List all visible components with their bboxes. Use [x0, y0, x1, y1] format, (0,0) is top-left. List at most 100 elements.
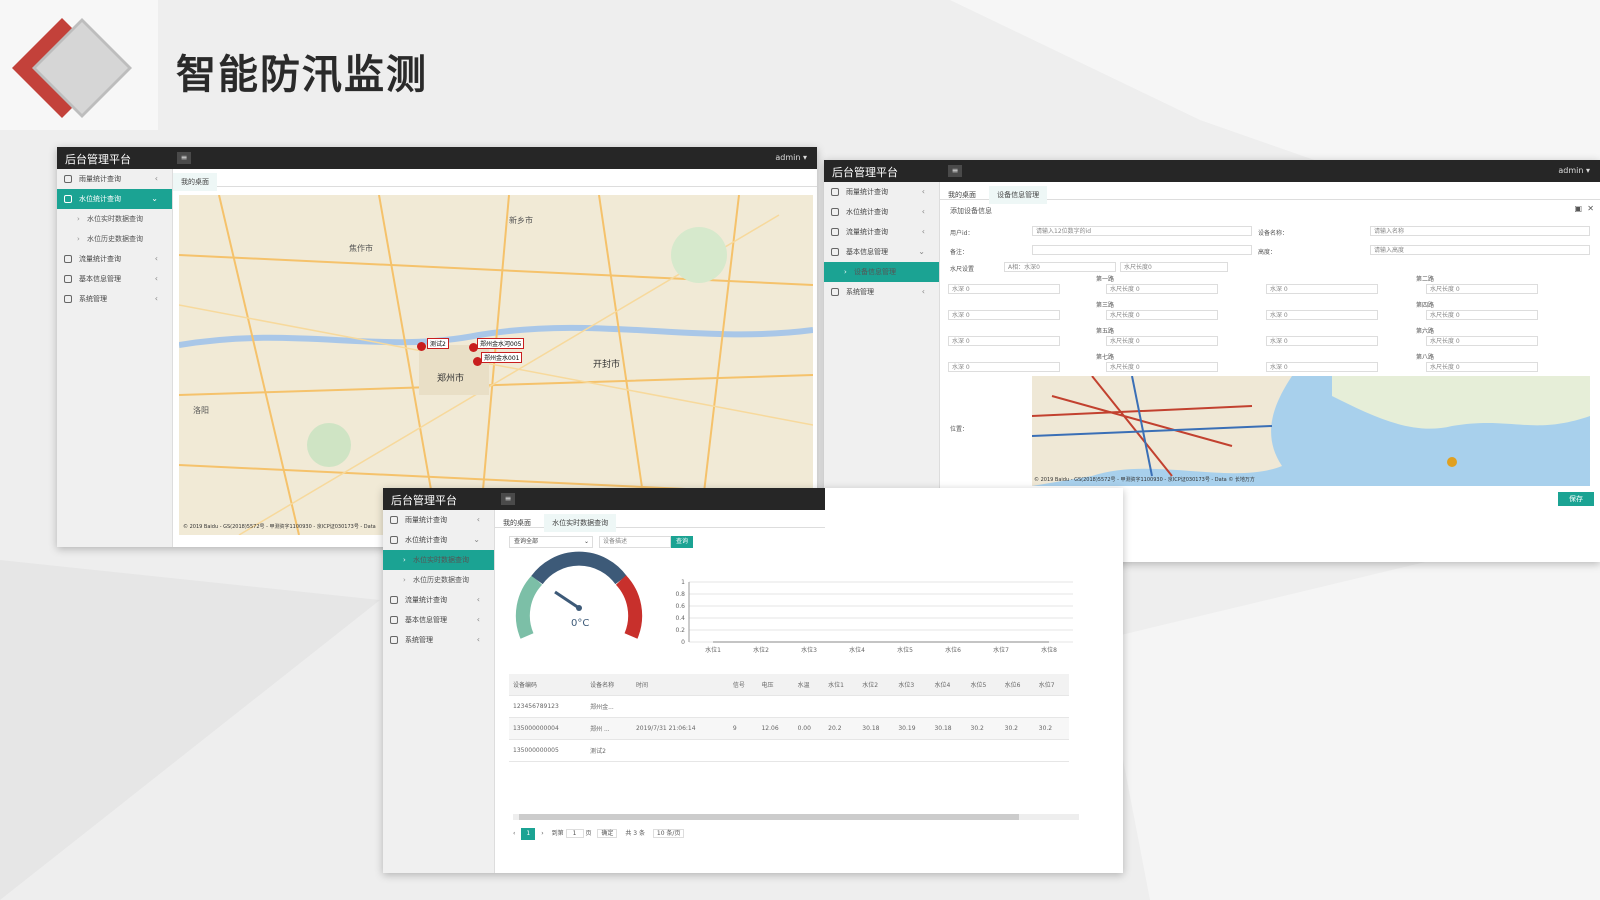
column-header[interactable]: 电压 — [757, 674, 794, 696]
tab-realtime[interactable]: 水位实时数据查询 — [544, 514, 617, 532]
sidebar-item-basic[interactable]: 基本信息管理 ‹ — [57, 269, 172, 289]
maximize-icon[interactable]: ▣ — [1574, 204, 1582, 213]
sidebar-item-basic[interactable]: 基本信息管理 ‹ — [383, 610, 494, 630]
user-menu[interactable]: admin ▾ — [775, 153, 807, 162]
sidebar-item-flow[interactable]: 流量统计查询 ‹ — [824, 222, 939, 242]
sidebar-item-level-history[interactable]: 水位历史数据查询 — [57, 229, 172, 249]
sidebar-item-rain[interactable]: 雨量统计查询 ‹ — [824, 182, 939, 202]
length-input[interactable]: 水尺长度 0 — [1106, 284, 1218, 294]
query-button[interactable]: 查询 — [671, 536, 693, 548]
table-row[interactable]: 123456789123 郑州金... — [509, 695, 1069, 718]
column-header[interactable]: 信号 — [728, 674, 758, 696]
table-row[interactable]: 135000000005 测试2 — [509, 739, 1069, 762]
table-cell — [966, 739, 1001, 762]
column-header[interactable]: 时间 — [631, 674, 729, 696]
page-size-select[interactable]: 10 条/页 — [652, 829, 685, 838]
column-header[interactable]: 设备名称 — [586, 674, 632, 696]
length-input[interactable]: 水尺长度 0 — [1106, 336, 1218, 346]
a-length-input[interactable]: 水尺长度0 — [1120, 262, 1228, 272]
place-label: 焦作市 — [349, 244, 373, 253]
depth-input[interactable]: 水深 0 — [1266, 310, 1378, 320]
goto-input[interactable]: 1 — [565, 829, 584, 838]
menu-toggle-icon[interactable]: ≡ — [177, 152, 191, 164]
uid-input[interactable]: 请输入12位数字的id — [1032, 226, 1252, 236]
chart-icon — [390, 536, 398, 544]
marker-label: 郑州金水河005 — [477, 338, 525, 349]
depth-input[interactable]: 水深 0 — [1266, 336, 1378, 346]
sidebar-item-level[interactable]: 水位统计查询 ⌄ — [383, 530, 494, 550]
column-header[interactable]: 水位2 — [858, 674, 895, 696]
column-header[interactable]: 水位5 — [966, 674, 1001, 696]
depth-input[interactable]: 水深 0 — [948, 336, 1060, 346]
prev-page-button[interactable]: ‹ — [513, 830, 515, 837]
chart-icon — [390, 596, 398, 604]
height-input[interactable]: 请输入高度 — [1370, 245, 1590, 255]
filter-input[interactable]: 设备描述 — [599, 536, 671, 548]
sidebar-item-level[interactable]: 水位统计查询 ‹ — [824, 202, 939, 222]
close-icon[interactable]: ✕ — [1587, 204, 1594, 213]
x-tick-label: 水位8 — [1041, 646, 1057, 654]
tab-home[interactable]: 我的桌面 — [173, 173, 217, 191]
sidebar-item-flow[interactable]: 流量统计查询 ‹ — [57, 249, 172, 269]
sidebar-item-rain[interactable]: 雨量统计查询 ‹ — [383, 510, 494, 530]
sidebar-item-level-history[interactable]: 水位历史数据查询 — [383, 570, 494, 590]
column-header[interactable]: 水位7 — [1034, 674, 1069, 696]
length-input[interactable]: 水尺长度 0 — [1106, 310, 1218, 320]
logo-panel — [0, 0, 158, 130]
sidebar-item-flow[interactable]: 流量统计查询 ‹ — [383, 590, 494, 610]
table-cell — [858, 695, 895, 718]
page-button[interactable]: 1 — [521, 828, 536, 840]
sidebar-item-basic[interactable]: 基本信息管理 ⌄ — [824, 242, 939, 262]
sidebar-item-level-realtime[interactable]: 水位实时数据查询 — [57, 209, 172, 229]
length-input[interactable]: 水尺长度 0 — [1426, 336, 1538, 346]
column-header[interactable]: 水位6 — [1000, 674, 1035, 696]
column-header[interactable]: 水温 — [793, 674, 825, 696]
column-header[interactable]: 水位3 — [894, 674, 931, 696]
menu-toggle-icon[interactable]: ≡ — [501, 493, 515, 505]
next-page-button[interactable]: › — [541, 830, 543, 837]
length-input[interactable]: 水尺长度 0 — [1426, 310, 1538, 320]
x-tick-label: 水位7 — [993, 646, 1009, 654]
filter-select[interactable]: 查询全部 ⌄ — [509, 536, 593, 548]
sidebar-item-rain[interactable]: 雨量统计查询 ‹ — [57, 169, 172, 189]
map-pin-icon[interactable] — [417, 342, 426, 351]
menu-toggle-icon[interactable]: ≡ — [948, 165, 962, 177]
table-cell — [1034, 695, 1069, 718]
user-menu[interactable]: admin ▾ — [1558, 166, 1590, 175]
column-header[interactable]: 设备编码 — [509, 674, 587, 696]
name-input[interactable]: 请输入名称 — [1370, 226, 1590, 236]
a-depth-input[interactable]: A相：水深0 — [1004, 262, 1116, 272]
sidebar: 雨量统计查询‹ 水位统计查询⌄ 水位实时数据查询 水位历史数据查询 流量统计查询… — [57, 169, 173, 547]
table-cell: 30.2 — [1034, 717, 1069, 740]
remark-input[interactable] — [1032, 245, 1252, 255]
depth-input[interactable]: 水深 0 — [948, 362, 1060, 372]
chart-icon — [390, 616, 398, 624]
column-header[interactable]: 水位4 — [930, 674, 967, 696]
depth-input[interactable]: 水深 0 — [1266, 284, 1378, 294]
sidebar-item-level[interactable]: 水位统计查询 ⌄ — [57, 189, 172, 209]
tab-home[interactable]: 我的桌面 — [495, 514, 539, 532]
confirm-button[interactable]: 确定 — [597, 829, 618, 838]
top-bar: 后台管理平台 ≡ admin ▾ — [57, 147, 817, 169]
scrollbar-thumb[interactable] — [519, 814, 1019, 820]
position-map[interactable]: © 2019 Baidu - GS(2018)5572号 - 甲测资字11009… — [1032, 376, 1590, 486]
tab-home[interactable]: 我的桌面 — [940, 186, 984, 204]
city-map[interactable]: 新乡市 焦作市 郑州市 开封市 洛阳 测试2 郑州金水河005 郑州金水001 … — [179, 195, 813, 535]
horizontal-scrollbar[interactable] — [513, 814, 1079, 820]
column-header[interactable]: 水位1 — [824, 674, 859, 696]
tab-device[interactable]: 设备信息管理 — [989, 186, 1048, 204]
sidebar-item-level-realtime[interactable]: 水位实时数据查询 — [383, 550, 494, 570]
save-button[interactable]: 保存 — [1558, 492, 1594, 506]
length-input[interactable]: 水尺长度 0 — [1106, 362, 1218, 372]
table-row[interactable]: 135000000004 郑州 ... 2019/7/31 21:06:14 9 12.… — [509, 717, 1069, 740]
length-input[interactable]: 水尺长度 0 — [1426, 362, 1538, 372]
sidebar-item-system[interactable]: 系统管理 ‹ — [824, 282, 939, 302]
name-label: 设备名称： — [1258, 230, 1289, 237]
depth-input[interactable]: 水深 0 — [948, 310, 1060, 320]
depth-input[interactable]: 水深 0 — [948, 284, 1060, 294]
sidebar-item-system[interactable]: 系统管理 ‹ — [57, 289, 172, 309]
sidebar-item-system[interactable]: 系统管理 ‹ — [383, 630, 494, 650]
sidebar-item-device[interactable]: 设备信息管理 — [824, 262, 939, 282]
depth-input[interactable]: 水深 0 — [1266, 362, 1378, 372]
length-input[interactable]: 水尺长度 0 — [1426, 284, 1538, 294]
